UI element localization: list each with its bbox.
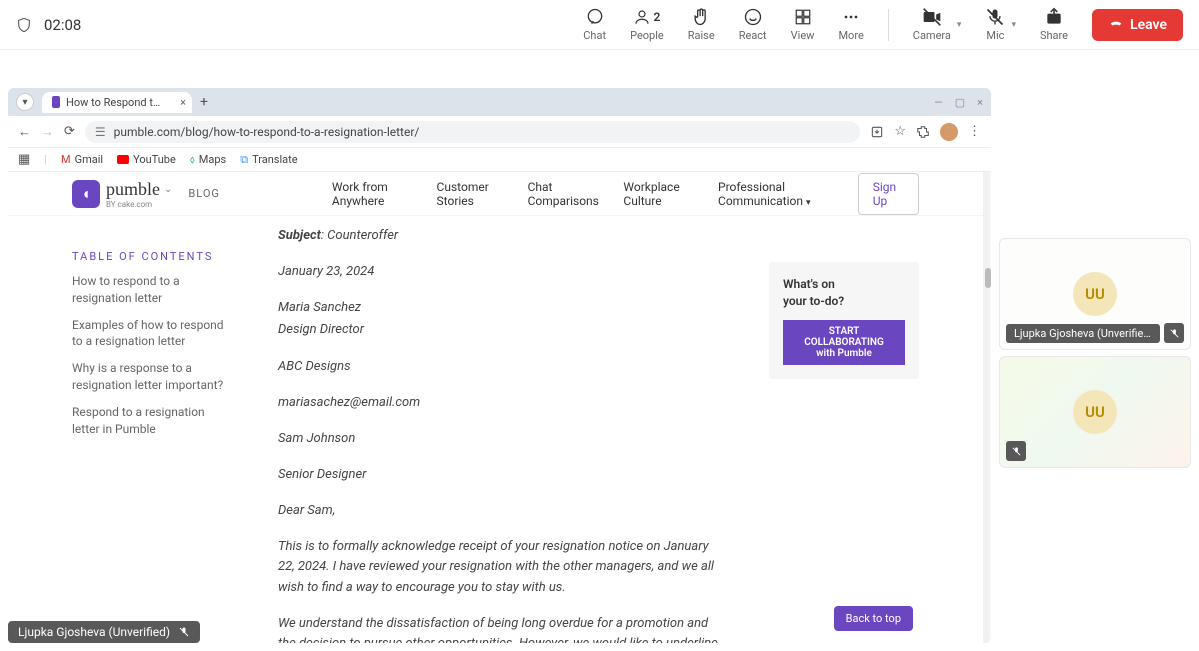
smile-icon [743, 7, 763, 27]
people-icon: 2 [633, 7, 660, 27]
participant-name: Ljupka Gjosheva (Unverified) [1006, 324, 1160, 343]
participant-tile[interactable]: UU Ljupka Gjosheva (Unverified) [999, 238, 1191, 350]
chevron-down-icon[interactable]: ▾ [1011, 20, 1016, 30]
chat-icon [585, 7, 605, 27]
meeting-timer: 02:08 [44, 16, 81, 34]
logo-icon: ◖ [72, 180, 100, 208]
bookmark-maps[interactable]: ⬨Maps [190, 153, 226, 167]
tab-search-button[interactable]: ▾ [16, 93, 34, 111]
nav-workplace-culture[interactable]: Workplace Culture [623, 180, 694, 208]
site-logo[interactable]: ◖ pumble ⌄ BY cake.com BLOG [72, 179, 220, 209]
close-icon[interactable]: × [977, 96, 983, 109]
raise-button[interactable]: Raise [688, 7, 715, 42]
reload-button[interactable]: ⟳ [64, 124, 75, 139]
dots-icon [841, 7, 861, 27]
chevron-down-icon[interactable]: ⌄ [164, 184, 172, 195]
divider [888, 9, 889, 41]
chevron-down-icon: ▾ [806, 198, 811, 208]
view-button[interactable]: View [791, 7, 815, 42]
scrollbar-track [983, 172, 989, 643]
bookmarks-bar: ▦ | MGmail YouTube ⬨Maps ⧉Translate [8, 148, 991, 172]
install-app-icon[interactable] [870, 125, 884, 139]
mic-button[interactable]: Mic ▾ [985, 7, 1016, 42]
toc-title: TABLE OF CONTENTS [72, 250, 232, 263]
avatar: UU [1073, 272, 1117, 316]
nav-professional-communication[interactable]: Professional Communication ▾ [718, 180, 836, 208]
meeting-toolbar: 02:08 Chat 2 People Raise React View [0, 0, 1199, 50]
bookmark-gmail[interactable]: MGmail [61, 153, 103, 166]
cta-button[interactable]: START COLLABORATING with Pumble [783, 320, 905, 365]
grid-icon [794, 7, 812, 27]
mic-muted-icon [1006, 441, 1026, 461]
site-info-icon[interactable]: ☰ [95, 125, 106, 139]
share-icon [1044, 7, 1064, 27]
header-nav: Work from Anywhere Customer Stories Chat… [332, 180, 836, 208]
extensions-icon[interactable] [916, 125, 930, 139]
toc-link[interactable]: How to respond to a resignation letter [72, 273, 232, 307]
browser-tab-strip: ▾ How to Respond to a Resignat × + — ▢ × [8, 88, 991, 116]
new-tab-button[interactable]: + [200, 94, 208, 110]
react-button[interactable]: React [739, 7, 767, 42]
nav-chat-comparisons[interactable]: Chat Comparisons [528, 180, 600, 208]
participant-panel: UU Ljupka Gjosheva (Unverified) UU [999, 238, 1191, 468]
table-of-contents: TABLE OF CONTENTS How to respond to a re… [72, 222, 232, 643]
chevron-down-icon: ▾ [22, 97, 27, 108]
sidebar-cta: What's on your to-do? START COLLABORATIN… [769, 262, 919, 643]
toc-link[interactable]: Respond to a resignation letter in Pumbl… [72, 404, 232, 438]
shield-icon [16, 17, 32, 33]
toc-link[interactable]: Examples of how to respond to a resignat… [72, 317, 232, 351]
more-button[interactable]: More [838, 7, 863, 42]
scrollbar-thumb[interactable] [985, 268, 991, 288]
maximize-icon[interactable]: ▢ [955, 96, 965, 109]
star-icon[interactable]: ☆ [894, 124, 906, 139]
participant-tile[interactable]: UU [999, 356, 1191, 468]
article-content: Subject: Counteroffer January 23, 2024 M… [258, 222, 743, 643]
back-button[interactable]: ← [18, 124, 31, 140]
minimize-icon[interactable]: — [934, 96, 943, 109]
nav-customer-stories[interactable]: Customer Stories [437, 180, 504, 208]
leave-button[interactable]: Leave [1092, 9, 1183, 41]
signup-button[interactable]: Sign Up [858, 173, 919, 215]
camera-off-icon [922, 7, 942, 27]
profile-icon[interactable] [940, 123, 958, 141]
hand-icon [691, 7, 711, 27]
presenter-label: Ljupka Gjosheva (Unverified) [8, 621, 200, 643]
back-to-top-button[interactable]: Back to top [834, 606, 913, 631]
close-icon[interactable]: × [180, 96, 186, 109]
browser-tab[interactable]: How to Respond to a Resignat × [42, 92, 192, 113]
webpage: ◖ pumble ⌄ BY cake.com BLOG Work from An… [8, 172, 983, 643]
forward-button[interactable]: → [41, 124, 54, 140]
mic-muted-icon [1164, 323, 1184, 343]
mic-muted-icon [178, 626, 190, 638]
shared-screen: ▾ How to Respond to a Resignat × + — ▢ ×… [8, 88, 991, 643]
camera-button[interactable]: Camera ▾ [913, 7, 962, 42]
favicon-icon [52, 96, 60, 108]
chat-button[interactable]: Chat [583, 7, 606, 42]
address-bar: ← → ⟳ ☰ pumble.com/blog/how-to-respond-t… [8, 116, 991, 148]
share-button[interactable]: Share [1040, 7, 1068, 42]
bookmark-youtube[interactable]: YouTube [117, 153, 176, 166]
url-input[interactable]: ☰ pumble.com/blog/how-to-respond-to-a-re… [85, 121, 860, 143]
site-header: ◖ pumble ⌄ BY cake.com BLOG Work from An… [8, 172, 983, 216]
avatar: UU [1073, 390, 1117, 434]
chevron-down-icon[interactable]: ▾ [957, 20, 962, 30]
nav-work-from-anywhere[interactable]: Work from Anywhere [332, 180, 413, 208]
mic-off-icon [985, 7, 1005, 27]
menu-icon[interactable]: ⋮ [968, 124, 981, 139]
people-button[interactable]: 2 People [630, 7, 664, 42]
phone-icon [1108, 17, 1124, 33]
apps-icon[interactable]: ▦ [18, 152, 30, 167]
toc-link[interactable]: Why is a response to a resignation lette… [72, 360, 232, 394]
bookmark-translate[interactable]: ⧉Translate [240, 153, 297, 167]
